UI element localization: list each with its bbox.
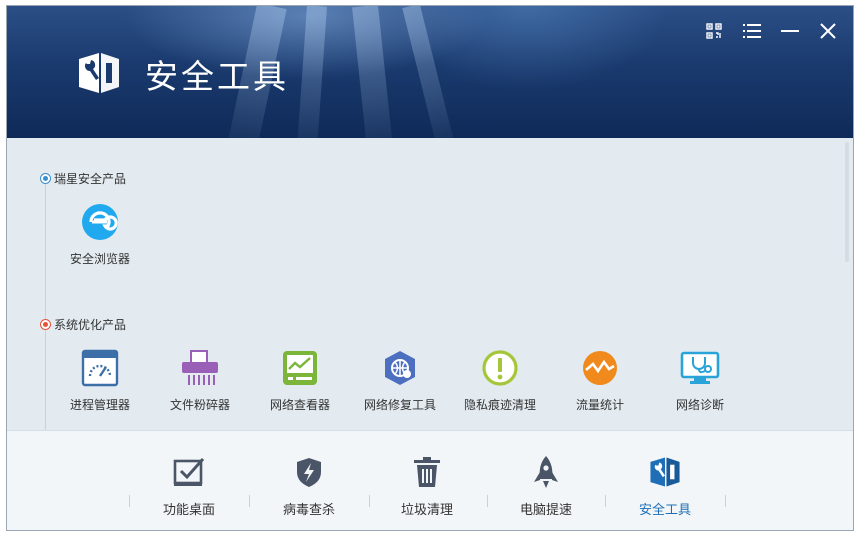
app-label: 隐私痕迹清理 <box>463 398 536 412</box>
app-label: 网络修复工具 <box>363 398 436 412</box>
app-label: 网络诊断 <box>675 398 724 412</box>
app-file-shredder[interactable]: 文件粉碎器 <box>155 348 245 413</box>
tools-panel: 瑞星安全产品 安全浏览器 系统优化产品 进程管理器 文件粉碎器 网络查看器 网络… <box>7 138 853 432</box>
nav-separator <box>129 495 130 507</box>
app-window: 安全工具 瑞星安全产品 安全浏览器 系统优化产品 进程管理器 文件粉碎器 网络查… <box>6 5 854 531</box>
app-title: 安全工具 <box>145 57 289 96</box>
minimize-icon[interactable] <box>779 20 801 42</box>
light-ray <box>352 6 395 138</box>
nav-separator <box>725 495 726 507</box>
tab-label: 电脑提速 <box>519 502 572 517</box>
menu-icon[interactable] <box>741 20 763 42</box>
app-label: 文件粉碎器 <box>169 398 230 412</box>
trash-icon <box>377 455 477 489</box>
app-network-diagnose[interactable]: 网络诊断 <box>655 348 745 413</box>
app-network-repair[interactable]: 网络修复工具 <box>355 348 445 413</box>
section-title-rising-products: 瑞星安全产品 <box>41 170 126 187</box>
app-network-viewer[interactable]: 网络查看器 <box>255 348 345 413</box>
timeline-line <box>45 182 46 432</box>
shield-bolt-icon <box>259 455 359 489</box>
light-ray <box>295 6 327 138</box>
tab-function-desktop[interactable]: 功能桌面 <box>139 455 239 518</box>
nav-separator <box>249 495 250 507</box>
traffic-stats-icon <box>580 348 620 388</box>
app-label: 安全浏览器 <box>69 252 130 266</box>
tab-label: 垃圾清理 <box>400 502 453 517</box>
app-label: 流量统计 <box>575 398 624 412</box>
tab-label: 功能桌面 <box>162 502 215 517</box>
close-icon[interactable] <box>817 20 839 42</box>
bottom-nav: 功能桌面 病毒查杀 垃圾清理 电脑提速 安全工具 <box>7 430 853 530</box>
network-repair-icon <box>380 348 420 388</box>
header-banner: 安全工具 <box>7 6 853 138</box>
tools-icon <box>615 455 715 489</box>
checkbox-desk-icon <box>139 455 239 489</box>
section-title-optimization-products: 系统优化产品 <box>41 316 126 333</box>
light-ray <box>402 6 459 138</box>
qr-code-icon[interactable] <box>703 20 725 42</box>
section-dot <box>41 320 50 329</box>
scrollbar[interactable] <box>845 142 849 262</box>
network-diagnose-icon <box>680 348 720 388</box>
app-privacy-cleaner[interactable]: 隐私痕迹清理 <box>455 348 545 413</box>
tab-junk-clean[interactable]: 垃圾清理 <box>377 455 477 518</box>
app-logo-icon <box>77 51 121 95</box>
tab-label: 安全工具 <box>638 502 691 517</box>
app-process-manager[interactable]: 进程管理器 <box>55 348 145 413</box>
privacy-clean-icon <box>480 348 520 388</box>
app-label: 进程管理器 <box>69 398 130 412</box>
rocket-icon <box>496 455 596 489</box>
tab-security-tools[interactable]: 安全工具 <box>615 455 715 518</box>
nav-separator <box>369 495 370 507</box>
section-label: 瑞星安全产品 <box>54 172 127 186</box>
app-traffic-stats[interactable]: 流量统计 <box>555 348 645 413</box>
tab-label: 病毒查杀 <box>282 502 335 517</box>
process-dashboard-icon <box>80 348 120 388</box>
title-bar-buttons <box>703 20 839 42</box>
tab-speed-up[interactable]: 电脑提速 <box>496 455 596 518</box>
shredder-icon <box>180 348 220 388</box>
app-label: 网络查看器 <box>269 398 330 412</box>
tab-virus-scan[interactable]: 病毒查杀 <box>259 455 359 518</box>
app-safe-browser[interactable]: 安全浏览器 <box>55 202 145 267</box>
browser-e-icon <box>80 202 120 242</box>
network-monitor-icon <box>280 348 320 388</box>
section-label: 系统优化产品 <box>54 318 127 332</box>
nav-separator <box>605 495 606 507</box>
section-dot <box>41 174 50 183</box>
nav-separator <box>487 495 488 507</box>
